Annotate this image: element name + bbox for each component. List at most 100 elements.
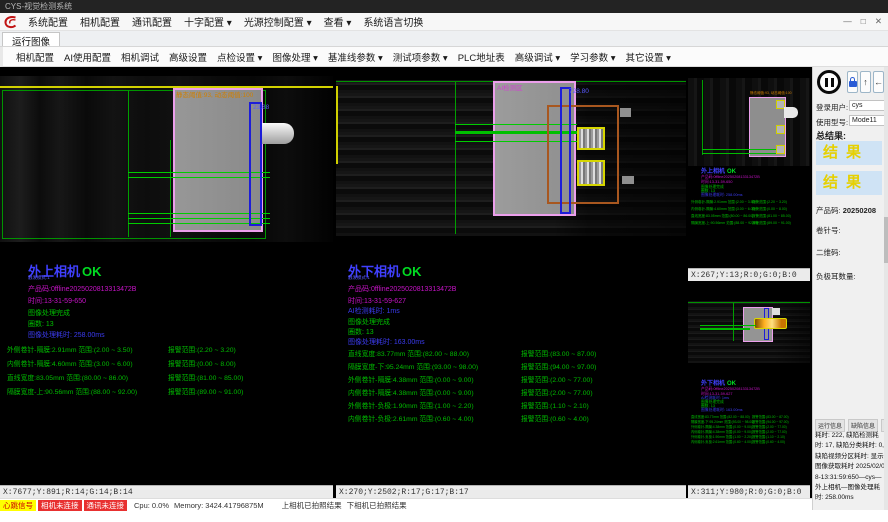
green-guide-line [733, 303, 734, 341]
measurement-text: 外侧卷针-隔膜:2.91mm 范围:(2.00 ~ 3.50) [7, 344, 133, 354]
left-camera-image[interactable]: 静态阈值:93, 动态阈值:100 23.88 [0, 76, 333, 242]
green-measure-line [702, 153, 776, 154]
tool-advanced-settings[interactable]: 高级设置 [164, 50, 212, 64]
alarm-range-text: 报警范围:(0.60 ~ 4.00) [752, 439, 785, 444]
panel-button-row: ↑ ← [847, 71, 884, 93]
alarm-range-text: 报警范围:(2.20 ~ 3.20) [168, 344, 236, 354]
measurement-text: 内侧卷针-负极:2.61mm 范围:(0.60 ~ 4.00) [348, 413, 474, 423]
mid-camera-image[interactable]: AI检测区 728.80 [336, 80, 686, 236]
ai-elapsed-text: AI检测耗时: 1ms [348, 306, 400, 316]
menu-item-light-control[interactable]: 光源控制配置 ▾ [238, 14, 318, 29]
measurement-row: 外侧卷针-隔膜:2.91mm 范围:(2.00 ~ 3.50) 报警范围:(2.… [0, 344, 333, 356]
probe-part-image [784, 107, 798, 118]
tool-baseline-params[interactable]: 基准线参数 ▾ [323, 50, 388, 64]
elapsed-text: 图像处理耗时: 258.00ms [28, 330, 105, 340]
up-button[interactable]: ↑ [860, 71, 871, 93]
measurement-row: 外侧卷针-负极:1.90mm 范围:(1.00 ~ 2.20) 报警范围:(1.… [336, 400, 686, 412]
lower-camera-result-text: 下相机已拍照结果 [347, 500, 407, 511]
scrollbar-thumb[interactable] [884, 217, 888, 263]
product-code-value: 20250208 [843, 206, 876, 215]
upper-camera-result-text: 上相机已拍照结果 [282, 500, 342, 511]
up-arrow-icon: ↑ [863, 77, 868, 87]
tool-learning-params[interactable]: 学习参数 ▾ [565, 50, 620, 64]
tool-spot-check[interactable]: 点检设置 ▾ [212, 50, 267, 64]
measurement-row: 内侧卷针-隔膜:4.60mm 范围:(3.00 ~ 6.00) 报警范围:(0.… [0, 358, 333, 370]
measurement-text: 外侧卷针-隔膜:2.91mm 范围:(2.00 ~ 3.50) [691, 200, 756, 205]
back-button[interactable]: ← [873, 71, 884, 93]
time-text: 时间:13-31-59-627 [348, 296, 406, 306]
result-box-lower: 结果 [816, 171, 882, 195]
tool-other-settings[interactable]: 其它设置 ▾ [621, 50, 676, 64]
alarm-range-text: 报警范围:(89.00 ~ 91.00) [752, 221, 791, 226]
lock-button[interactable] [847, 71, 858, 93]
tool-plc-address-table[interactable]: PLC地址表 [453, 50, 510, 64]
pause-button[interactable] [817, 70, 841, 94]
minimize-icon[interactable]: — [843, 16, 852, 27]
measurement-row: 内侧卷针-负极:2.61mm 范围:(0.60 ~ 4.00) 报警范围:(0.… [336, 413, 686, 425]
blue-measure-rect [249, 102, 262, 226]
menu-item-system-config[interactable]: 系统配置 [22, 14, 74, 29]
alarm-range-text: 报警范围:(81.00 ~ 85.00) [752, 214, 791, 219]
alarm-range-text: 报警范围:(94.00 ~ 97.00) [521, 361, 596, 371]
alarm-range-text: 报警范围:(2.00 ~ 77.00) [521, 374, 593, 384]
result-ok-badge: OK [82, 264, 102, 279]
lock-icon [848, 77, 857, 88]
tool-advanced-debug[interactable]: 高级调试 ▾ [510, 50, 565, 64]
result-ok-badge: OK [402, 264, 422, 279]
green-guide-line [702, 80, 703, 155]
thumbnail-camera-top[interactable]: 静态阈值:93, 动态阈值:100 外上相机OK 产品码:0ffline2025… [688, 67, 810, 281]
camera-result-title: 外下相机OK [701, 378, 736, 387]
thumbnail-camera-bottom[interactable]: 外下相机OK 产品码:0ffline2025020813313472B 时间:1… [688, 281, 810, 498]
green-top-line [688, 302, 810, 303]
tool-test-params[interactable]: 测试项参数 ▾ [388, 50, 453, 64]
login-user-field[interactable] [849, 100, 885, 111]
yellow-tab-rect [776, 125, 785, 134]
yellow-edge-line [336, 86, 338, 164]
model-field[interactable] [849, 115, 885, 126]
menu-item-language-switch[interactable]: 系统语言切换 [357, 14, 429, 29]
alarm-range-text: 报警范围:(81.00 ~ 85.00) [168, 372, 243, 382]
blue-measure-rect [560, 87, 571, 214]
app-window: CYS-视觉检测系统 系统配置 相机配置 通讯配置 十字配置 ▾ 光源控制配置 … [0, 0, 888, 522]
menu-item-view[interactable]: 查看 ▾ [318, 14, 358, 29]
threshold-overlay-text: 静态阈值:93, 动态阈值:100 [176, 89, 253, 99]
machinery-highlight [772, 308, 780, 315]
back-arrow-icon: ← [874, 77, 883, 87]
green-guide-line [455, 82, 456, 234]
measurement-text: 直线宽度:83.05mm 范围:(80.00 ~ 86.00) [691, 214, 753, 219]
camera-result-title: 外上相机OK [701, 166, 736, 175]
tab-glow-region [754, 318, 787, 329]
alarm-range-text: 报警范围:(0.00 ~ 8.00) [168, 358, 236, 368]
menu-item-cross-config[interactable]: 十字配置 ▾ [178, 14, 238, 29]
alarm-range-text: 报警范围:(83.00 ~ 87.00) [521, 348, 596, 358]
menu-item-comm-config[interactable]: 通讯配置 [126, 14, 178, 29]
camera-connection-badge: 相机未连接 [38, 500, 82, 511]
panel-scrollbar[interactable] [884, 67, 888, 510]
tool-camera-debug[interactable]: 相机调试 [116, 50, 164, 64]
maximize-icon[interactable]: □ [861, 16, 866, 27]
tab-strip: 运行图像 [0, 31, 888, 47]
tool-ai-usage-config[interactable]: AI使用配置 [59, 50, 116, 64]
menu-item-camera-config[interactable]: 相机配置 [74, 14, 126, 29]
tool-image-processing[interactable]: 图像处理 ▾ [267, 50, 322, 64]
tab-run-image[interactable]: 运行图像 [2, 32, 60, 46]
measurement-text: 内侧卷针-负极:2.61mm 范围:(0.60 ~ 4.00) [691, 439, 752, 444]
status-bar: 心跳信号 相机未连接 通讯未连接 Cpu: 0.0% Memory: 3424.… [0, 498, 812, 511]
left-coordinate-bar: X:7677;Y:891;R:14;G:14;B:14 [0, 485, 333, 498]
tool-camera-config[interactable]: 相机配置 [11, 50, 59, 64]
product-code-label: 产品码: [816, 206, 841, 215]
thumb-bottom-coordinate-bar: X:311;Y:980;R:0;G:0;B:0 [688, 485, 810, 498]
measurement-text: 外侧卷针-负极:1.90mm 范围:(1.00 ~ 2.20) [348, 400, 474, 410]
trigger-mode-text: 触发模式:1 [28, 275, 50, 281]
measurement-row: 外侧卷针-隔膜:4.38mm 范围:(0.00 ~ 9.00) 报警范围:(2.… [336, 374, 686, 386]
title-bar: CYS-视觉检测系统 [0, 0, 888, 13]
brand-logo-icon [3, 15, 18, 29]
measurement-text: 内侧卷针-隔膜:4.60mm 范围:(3.00 ~ 6.00) [7, 358, 133, 368]
alarm-range-text: 报警范围:(0.60 ~ 4.00) [521, 413, 589, 423]
elapsed-text: 图像处理耗时: 163.00ms [701, 408, 743, 413]
measurement-text: 直线宽度:83.77mm 范围:(82.00 ~ 88.00) [348, 348, 469, 358]
measurement-text: 隔膜宽度-下:95.24mm 范围:(93.00 ~ 98.00) [348, 361, 478, 371]
close-icon[interactable]: ✕ [875, 16, 882, 27]
elapsed-text: 图像处理耗时: 258.00ms [701, 193, 743, 198]
blue-value-overlay: 23.88 [253, 104, 269, 111]
